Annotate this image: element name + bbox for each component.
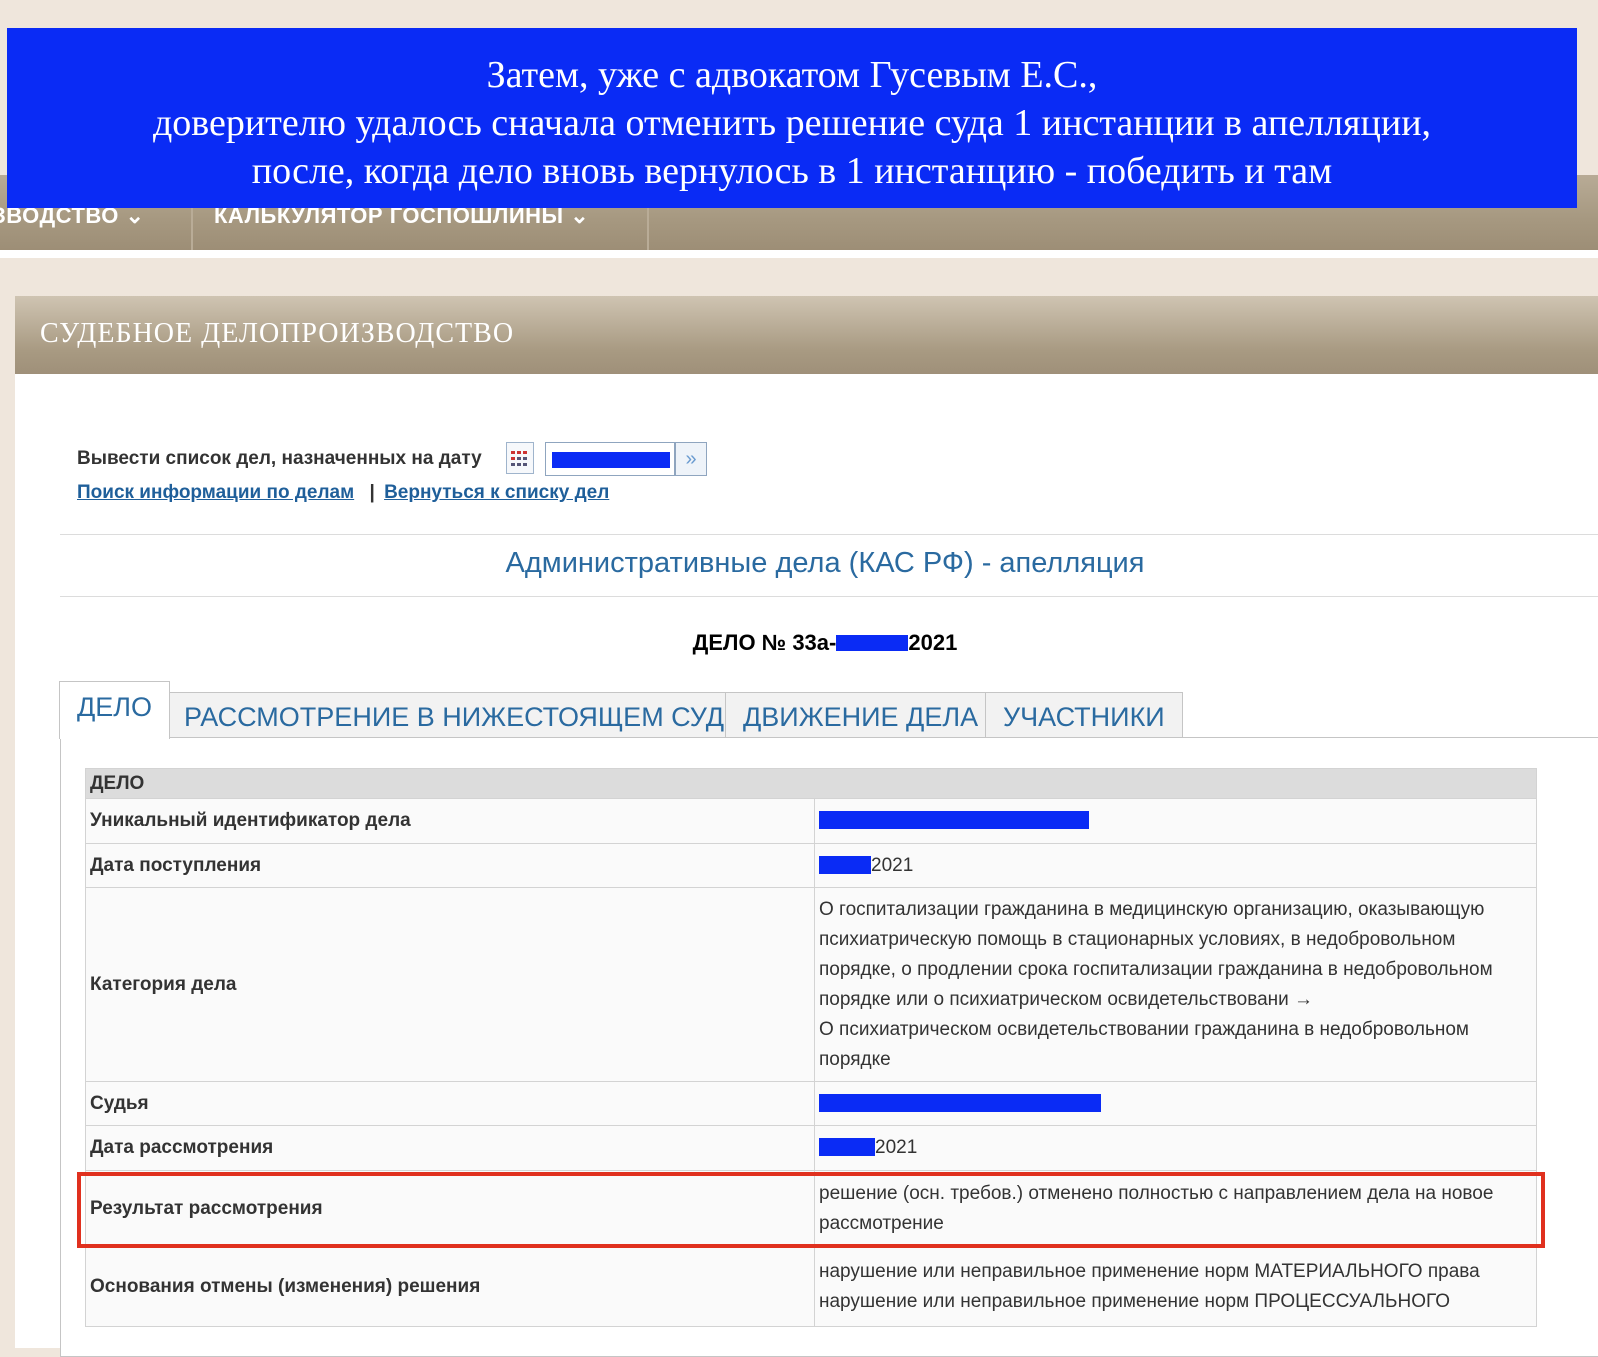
redaction-mark [819, 811, 1089, 829]
table-row: Дата поступления 2021 [85, 843, 1537, 888]
link-separator: | [369, 482, 375, 503]
tab-case-movement[interactable]: ДВИЖЕНИЕ ДЕЛА [725, 692, 997, 738]
date-filter-label: Вывести список дел, назначенных на дату [77, 448, 482, 469]
back-to-list-link[interactable]: Вернуться к списку дел [384, 482, 609, 503]
row-key: Результат рассмотрения [85, 1170, 815, 1247]
redaction-mark [819, 1138, 875, 1156]
table-row: Уникальный идентификатор дела [85, 798, 1537, 844]
table-row: Дата рассмотрения 2021 [85, 1125, 1537, 1171]
row-value: О госпитализации гражданина в медицинску… [814, 887, 1537, 1082]
redaction-mark [819, 855, 871, 874]
calendar-icon[interactable] [506, 442, 534, 474]
row-key: Судья [85, 1081, 815, 1126]
row-key: Уникальный идентификатор дела [85, 798, 815, 844]
divider-line [60, 534, 1598, 535]
category-line: порядке или о психиатрическом освидетель… [819, 988, 1314, 1010]
row-value [814, 1081, 1537, 1126]
case-number-suffix: 2021 [908, 630, 958, 655]
review-year: 2021 [875, 1137, 918, 1158]
category-line: О госпитализации гражданина в медицинску… [819, 898, 1485, 920]
category-line: порядке, о продлении срока госпитализаци… [819, 958, 1493, 980]
received-year: 2021 [871, 854, 914, 876]
banner-line-2: доверителю удалось сначала отменить реше… [152, 102, 1432, 144]
case-details-table: ДЕЛО Уникальный идентификатор дела Дата … [85, 768, 1537, 1327]
row-key: Основания отмены (изменения) решения [85, 1246, 815, 1327]
table-row: Основания отмены (изменения) решения нар… [85, 1246, 1537, 1327]
date-input[interactable] [545, 442, 675, 476]
redaction-mark [552, 452, 670, 468]
result-line: решение (осн. требов.) отменено полность… [819, 1182, 1494, 1204]
grounds-line: нарушение или неправильное применение но… [819, 1260, 1480, 1282]
row-key: Категория дела [85, 887, 815, 1082]
table-header-row: ДЕЛО [85, 768, 1537, 799]
go-arrow-icon[interactable]: » [675, 442, 707, 476]
tab-participants[interactable]: УЧАСТНИКИ [985, 692, 1183, 738]
panel-title: СУДЕБНОЕ ДЕЛОПРОИЗВОДСТВО [40, 318, 515, 349]
content-panel: СУДЕБНОЕ ДЕЛОПРОИЗВОДСТВО Вывести список… [15, 296, 1598, 1357]
banner-line-3: после, когда дело вновь вернулось в 1 ин… [251, 150, 1333, 192]
banner-line-1: Затем, уже с адвокатом Гусевым Е.С., [486, 54, 1098, 96]
case-number: ДЕЛО № 33а- 2021 [60, 630, 1590, 656]
row-key: Дата поступления [85, 843, 815, 888]
row-value: 2021 [814, 1125, 1537, 1171]
row-value: решение (осн. требов.) отменено полность… [814, 1170, 1537, 1247]
table-row: Судья [85, 1081, 1537, 1126]
row-value: нарушение или неправильное применение но… [814, 1246, 1537, 1327]
panel-header: СУДЕБНОЕ ДЕЛОПРОИЗВОДСТВО [15, 296, 1598, 374]
row-value: 2021 [814, 843, 1537, 888]
search-cases-link[interactable]: Поиск информации по делам [77, 482, 354, 503]
redaction-mark [819, 1093, 1101, 1112]
category-line: порядке [819, 1048, 891, 1070]
table-row: Результат рассмотрения решение (осн. тре… [85, 1170, 1537, 1247]
case-number-prefix: ДЕЛО № 33а- [692, 630, 837, 655]
category-line: О психиатрическом освидетельствовании гр… [819, 1018, 1469, 1040]
table-row: Категория дела О госпитализации граждани… [85, 887, 1537, 1082]
redaction-mark [836, 635, 909, 651]
tab-case[interactable]: ДЕЛО [59, 681, 171, 739]
annotation-banner: Затем, уже с адвокатом Гусевым Е.С., дов… [7, 28, 1577, 208]
grounds-line: нарушение или неправильное применение но… [819, 1290, 1450, 1312]
section-title: Административные дела (КАС РФ) - апелляц… [505, 547, 1145, 579]
row-key: Дата рассмотрения [85, 1125, 815, 1171]
row-value [814, 798, 1537, 844]
table-header: ДЕЛО [85, 768, 1537, 799]
result-line: рассмотрение [819, 1212, 944, 1234]
divider-line [60, 596, 1598, 597]
tab-lower-court[interactable]: РАССМОТРЕНИЕ В НИЖЕСТОЯЩЕМ СУДЕ [166, 692, 761, 738]
category-line: психиатрическую помощь в стационарных ус… [819, 928, 1456, 950]
nav-links: Поиск информации по делам | Вернуться к … [77, 482, 609, 504]
divider-strip [0, 250, 1598, 258]
